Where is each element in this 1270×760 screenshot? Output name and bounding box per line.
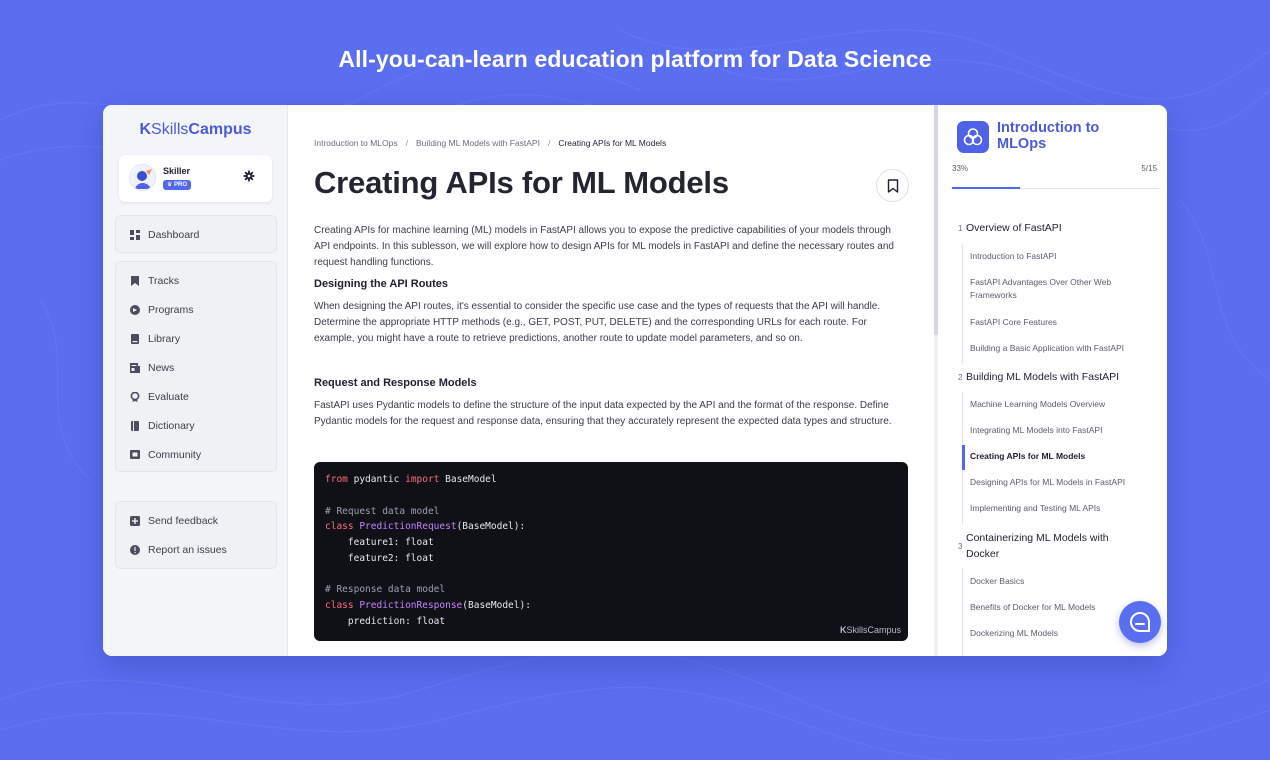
library-icon	[131, 334, 139, 344]
nav-report-issue[interactable]: Report an issues	[116, 540, 276, 560]
feedback-icon	[130, 516, 140, 526]
nav-library[interactable]: Library	[116, 329, 276, 349]
report-icon	[130, 545, 140, 555]
section-heading: Request and Response Models	[314, 377, 477, 389]
sidebar: KSkillsCampus Skiller ♛ PRO Dashboard Tr…	[103, 105, 288, 656]
progress-count: 5/15	[1141, 164, 1157, 173]
code-comment: # Response data model	[325, 584, 446, 595]
lesson-link[interactable]: Integrating ML Models into FastAPI	[970, 424, 1150, 437]
section-number: 3	[958, 542, 963, 551]
nav-evaluate[interactable]: Evaluate	[116, 387, 276, 407]
lesson-link[interactable]: FastAPI Advantages Over Other Web Framew…	[970, 276, 1150, 302]
main-nav: Tracks Programs Library News Evaluate Di…	[115, 261, 277, 472]
lesson-content: Introduction to MLOps / Building ML Models…	[288, 105, 935, 656]
paragraph: When designing the API routes, it's esse…	[314, 301, 881, 344]
nav-send-feedback[interactable]: Send feedback	[116, 511, 276, 531]
lesson-link[interactable]: Implementing and Testing ML APIs	[970, 502, 1150, 515]
nav-label: Library	[148, 333, 181, 345]
evaluate-icon	[130, 392, 140, 402]
lesson-link[interactable]: Machine Learning Models Overview	[970, 398, 1150, 411]
code-line: class PredictionRequest(BaseModel):	[325, 521, 526, 532]
code-block: from pydantic import BaseModel # Request…	[314, 462, 908, 641]
nav-dashboard-label: Dashboard	[148, 229, 200, 241]
gear-icon[interactable]	[243, 170, 255, 182]
community-icon	[130, 450, 140, 459]
nav-dashboard[interactable]: Dashboard	[116, 225, 276, 245]
intro-paragraph: Creating APIs for machine learning (ML) …	[314, 225, 894, 268]
code-watermark: KSkillsCampus	[839, 625, 901, 635]
code-line: feature1: float	[325, 537, 434, 548]
nav-news[interactable]: News	[116, 358, 276, 378]
section-line	[962, 568, 963, 656]
nav-label: Dictionary	[148, 420, 195, 432]
lesson-link[interactable]: FastAPI Core Features	[970, 316, 1150, 329]
lesson-link[interactable]: Docker Basics	[970, 575, 1150, 588]
lesson-link-active[interactable]: Creating APIs for ML Models	[970, 450, 1150, 463]
breadcrumb-separator: /	[547, 138, 551, 148]
app-window: KSkillsCampus Skiller ♛ PRO Dashboard Tr…	[103, 105, 1167, 656]
lesson-link[interactable]: Designing APIs for ML Models in FastAPI	[970, 476, 1150, 489]
user-name: Skiller	[163, 166, 191, 176]
course-outline: Introduction to MLOps 33% 5/15 1 Overvie…	[938, 105, 1167, 656]
skillscampus-logo[interactable]: KSkillsCampus	[103, 121, 288, 139]
code-line: class PredictionResponse(BaseModel):	[325, 600, 531, 611]
nav-tracks[interactable]: Tracks	[116, 271, 276, 291]
section-heading: Designing the API Routes	[314, 278, 449, 290]
section-number: 1	[958, 224, 963, 233]
code-line: feature2: float	[325, 553, 434, 564]
nav-label: Tracks	[148, 275, 180, 287]
code-line: prediction: float	[325, 616, 446, 627]
breadcrumb-link[interactable]: Introduction to MLOps	[314, 138, 398, 148]
lesson-link[interactable]: Introduction to FastAPI	[970, 250, 1150, 263]
dashboard-box: Dashboard	[115, 215, 277, 253]
section-line	[962, 244, 963, 364]
user-card[interactable]: Skiller ♛ PRO	[119, 155, 272, 202]
breadcrumb: Introduction to MLOps / Building ML Models…	[314, 138, 666, 148]
support-nav: Send feedback Report an issues	[115, 501, 277, 569]
code-line: from pydantic import BaseModel	[325, 474, 497, 485]
nav-label: Evaluate	[148, 391, 189, 403]
lesson-link[interactable]: Building a Basic Application with FastAP…	[970, 342, 1150, 355]
section-title[interactable]: Containerizing ML Models with Docker	[966, 530, 1116, 562]
nav-programs[interactable]: Programs	[116, 300, 276, 320]
section-title[interactable]: Building ML Models with FastAPI	[966, 369, 1136, 385]
breadcrumb-current: Creating APIs for ML Models	[558, 138, 667, 148]
nav-label: News	[148, 362, 175, 374]
course-title[interactable]: Introduction to MLOps	[997, 120, 1147, 152]
nav-label: Community	[148, 449, 202, 461]
news-icon	[130, 363, 140, 373]
page-title: Creating APIs for ML Models	[314, 165, 729, 200]
paragraph: FastAPI uses Pydantic models to define t…	[314, 400, 892, 427]
breadcrumb-separator: /	[405, 138, 409, 148]
dictionary-icon	[131, 421, 139, 431]
nav-label: Report an issues	[148, 544, 227, 556]
programs-icon	[130, 305, 140, 315]
dashboard-icon	[130, 230, 140, 240]
chat-button[interactable]	[1119, 601, 1161, 643]
page-headline: All-you-can-learn education platform for…	[338, 46, 932, 72]
nav-label: Send feedback	[148, 515, 219, 527]
code-comment: # Request data model	[325, 506, 440, 517]
progress-percent: 33%	[952, 164, 969, 173]
section-number: 2	[958, 373, 963, 382]
nav-label: Programs	[148, 304, 194, 316]
breadcrumb-link[interactable]: Building ML Models with FastAPI	[416, 138, 540, 148]
bookmark-icon	[887, 179, 899, 193]
tracks-icon	[131, 276, 139, 286]
nav-community[interactable]: Community	[116, 445, 276, 465]
chat-icon	[1129, 611, 1150, 632]
progress-bar-fill	[952, 187, 1020, 189]
nav-dictionary[interactable]: Dictionary	[116, 416, 276, 436]
pro-badge: ♛ PRO	[163, 180, 192, 190]
active-lesson-indicator	[962, 445, 965, 470]
bookmark-button[interactable]	[876, 169, 909, 202]
course-icon	[957, 121, 989, 153]
section-title[interactable]: Overview of FastAPI	[966, 220, 1136, 236]
avatar	[129, 164, 156, 191]
